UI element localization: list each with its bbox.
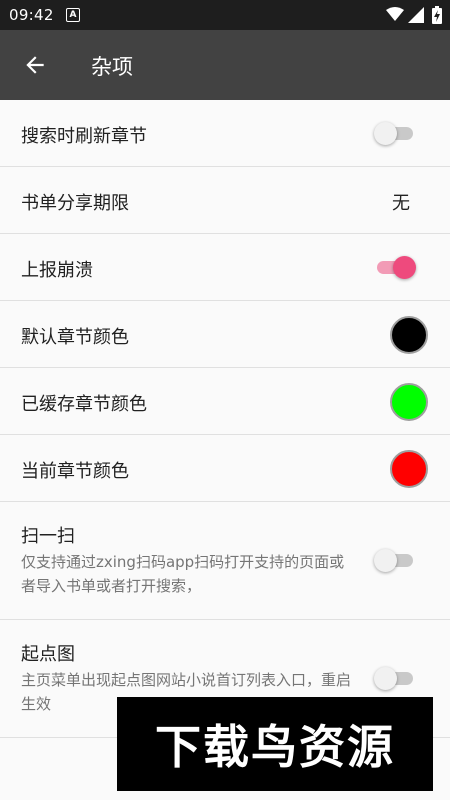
settings-list: 搜索时刷新章节 书单分享期限 无 上报崩溃 默认章节颜色 已缓存章节颜色 当前章…: [0, 100, 450, 738]
setting-booklist-share[interactable]: 书单分享期限 无: [0, 167, 450, 234]
switch-thumb: [374, 122, 397, 145]
switch-thumb: [393, 256, 416, 279]
setting-label: 默认章节颜色: [21, 327, 129, 348]
a-letter-icon: A: [66, 8, 80, 22]
status-time: 09:42: [9, 6, 54, 24]
setting-scan[interactable]: 扫一扫 仅支持通过zxing扫码app扫码打开支持的页面或者导入书单或者打开搜索…: [0, 502, 450, 620]
switch-thumb: [374, 549, 397, 572]
setting-label: 书单分享期限: [21, 193, 129, 214]
current-color-swatch[interactable]: [390, 450, 428, 488]
switch-thumb: [374, 667, 397, 690]
setting-label: 扫一扫: [21, 526, 75, 547]
setting-search-refresh[interactable]: 搜索时刷新章节: [0, 100, 450, 167]
setting-label: 起点图: [21, 644, 75, 665]
setting-default-chapter-color[interactable]: 默认章节颜色: [0, 301, 450, 368]
setting-label: 当前章节颜色: [21, 461, 129, 482]
cell-signal-icon: [408, 7, 424, 23]
watermark-text: 下载鸟资源: [155, 720, 395, 774]
toolbar: 杂项: [0, 30, 450, 100]
cached-color-swatch[interactable]: [390, 383, 428, 421]
setting-cached-chapter-color[interactable]: 已缓存章节颜色: [0, 368, 450, 435]
setting-crash-report[interactable]: 上报崩溃: [0, 234, 450, 301]
default-color-swatch[interactable]: [390, 316, 428, 354]
crash-report-switch[interactable]: [374, 256, 416, 279]
battery-charging-icon: [432, 6, 442, 24]
setting-label: 上报崩溃: [21, 260, 93, 281]
scan-switch[interactable]: [374, 549, 416, 572]
setting-current-chapter-color[interactable]: 当前章节颜色: [0, 435, 450, 502]
setting-summary: 仅支持通过zxing扫码app扫码打开支持的页面或者导入书单或者打开搜索，: [21, 553, 345, 595]
setting-label: 已缓存章节颜色: [21, 394, 147, 415]
status-bar: 09:42 A: [0, 0, 450, 30]
search-refresh-switch[interactable]: [374, 122, 416, 145]
arrow-back-icon[interactable]: [22, 52, 48, 78]
wifi-icon: [386, 7, 404, 21]
page-title: 杂项: [91, 55, 133, 79]
qidian-map-switch[interactable]: [374, 667, 416, 690]
setting-value: 无: [392, 193, 410, 214]
watermark: 下载鸟资源: [117, 697, 433, 791]
setting-label: 搜索时刷新章节: [21, 126, 147, 147]
